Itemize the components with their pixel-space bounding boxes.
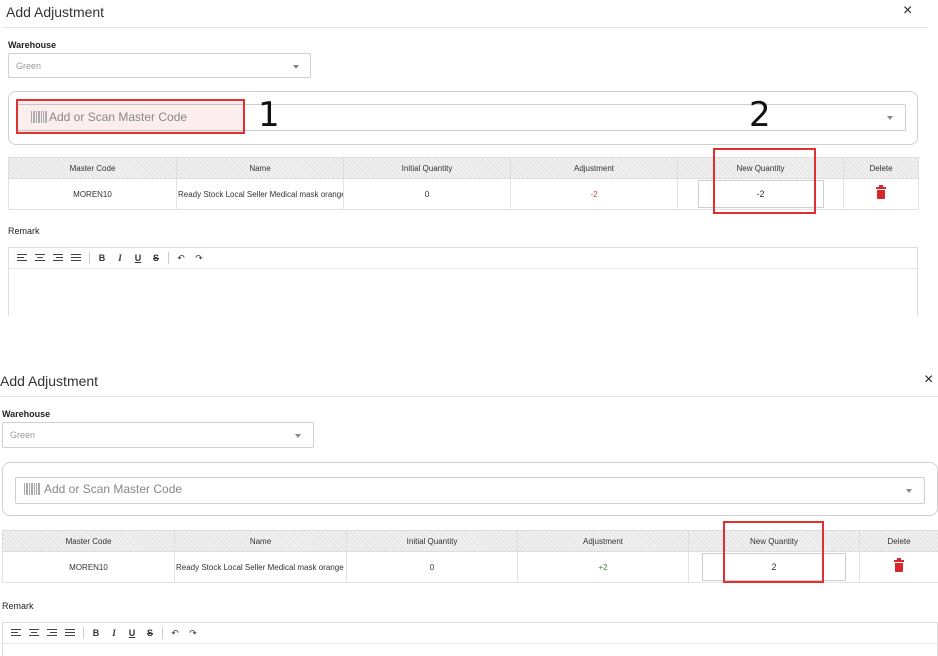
column-header: Initial Quantity — [346, 530, 518, 552]
barcode-icon — [24, 483, 40, 495]
delete-cell — [859, 551, 938, 583]
strikethrough-button[interactable]: S — [147, 253, 165, 263]
highlight-box-2 — [713, 148, 816, 214]
chevron-down-icon — [295, 434, 301, 438]
remark-editor[interactable]: B I U S ↶ ↷ — [2, 622, 938, 656]
dialog-title: Add Adjustment — [6, 4, 105, 20]
toolbar-separator — [162, 627, 163, 639]
adjustment-cell: +2 — [517, 551, 689, 583]
close-icon[interactable]: × — [924, 372, 933, 388]
dialog-title: Add Adjustment — [0, 373, 99, 389]
warehouse-select[interactable]: Green — [2, 422, 314, 448]
trash-icon[interactable] — [876, 185, 886, 199]
italic-button[interactable]: I — [111, 253, 129, 263]
highlight-box-2 — [723, 521, 824, 583]
column-header: Adjustment — [510, 157, 678, 179]
remark-editor[interactable]: B I U S ↶ ↷ — [8, 247, 918, 316]
remark-label: Remark — [2, 601, 34, 611]
name-cell: Ready Stock Local Seller Medical mask or… — [176, 178, 344, 210]
bold-button[interactable]: B — [87, 628, 105, 638]
warehouse-label: Warehouse — [8, 40, 57, 50]
redo-icon[interactable]: ↷ — [184, 628, 202, 639]
toolbar-separator — [89, 252, 90, 264]
align-left-icon[interactable] — [8, 628, 26, 638]
column-header: Master Code — [8, 157, 177, 179]
italic-button[interactable]: I — [105, 628, 123, 638]
scan-placeholder: Add or Scan Master Code — [44, 482, 183, 496]
master-code-cell: MOREN10 — [8, 178, 177, 210]
toolbar-separator — [83, 627, 84, 639]
column-header: Adjustment — [517, 530, 689, 552]
title-divider — [4, 27, 928, 28]
trash-icon[interactable] — [894, 558, 904, 572]
delete-cell — [843, 178, 919, 210]
adjustment-cell: -2 — [510, 178, 678, 210]
column-header: Delete — [859, 530, 938, 552]
chevron-down-icon — [906, 489, 912, 493]
editor-toolbar: B I U S ↶ ↷ — [9, 248, 917, 269]
bold-button[interactable]: B — [93, 253, 111, 263]
strikethrough-button[interactable]: S — [141, 628, 159, 638]
align-right-icon[interactable] — [44, 628, 62, 638]
remark-label: Remark — [8, 226, 40, 236]
warehouse-value: Green — [16, 61, 42, 71]
chevron-down-icon — [887, 116, 893, 120]
scan-placeholder: Add or Scan Master Code — [49, 110, 188, 124]
initial-quantity-cell: 0 — [343, 178, 511, 210]
adjustment-panel-before: Add Adjustment × Warehouse Green Add or … — [0, 0, 938, 316]
chevron-down-icon — [293, 65, 299, 69]
column-header: Delete — [843, 157, 919, 179]
title-divider — [0, 396, 938, 397]
redo-icon[interactable]: ↷ — [190, 253, 208, 264]
warehouse-label: Warehouse — [2, 409, 51, 419]
undo-icon[interactable]: ↶ — [166, 628, 184, 639]
initial-quantity-cell: 0 — [346, 551, 518, 583]
align-justify-icon[interactable] — [62, 628, 80, 638]
column-header: Name — [174, 530, 347, 552]
align-justify-icon[interactable] — [68, 253, 86, 263]
align-center-icon[interactable] — [26, 628, 44, 638]
align-center-icon[interactable] — [32, 253, 50, 263]
warehouse-select[interactable]: Green — [8, 53, 311, 78]
underline-button[interactable]: U — [129, 253, 147, 263]
column-header: Initial Quantity — [343, 157, 511, 179]
name-cell: Ready Stock Local Seller Medical mask or… — [174, 551, 347, 583]
undo-icon[interactable]: ↶ — [172, 253, 190, 264]
column-header: Master Code — [2, 530, 175, 552]
underline-button[interactable]: U — [123, 628, 141, 638]
align-right-icon[interactable] — [50, 253, 68, 263]
close-icon[interactable]: × — [903, 3, 912, 19]
editor-toolbar: B I U S ↶ ↷ — [3, 623, 937, 644]
step-label-1: 1 — [258, 95, 280, 135]
toolbar-separator — [168, 252, 169, 264]
column-header: Name — [176, 157, 344, 179]
master-code-cell: MOREN10 — [2, 551, 175, 583]
warehouse-value: Green — [10, 430, 36, 440]
align-left-icon[interactable] — [14, 253, 32, 263]
step-label-2: 2 — [749, 95, 771, 135]
adjustment-panel-after: Add Adjustment × Warehouse Green Add or … — [0, 366, 938, 656]
barcode-icon — [31, 111, 47, 123]
